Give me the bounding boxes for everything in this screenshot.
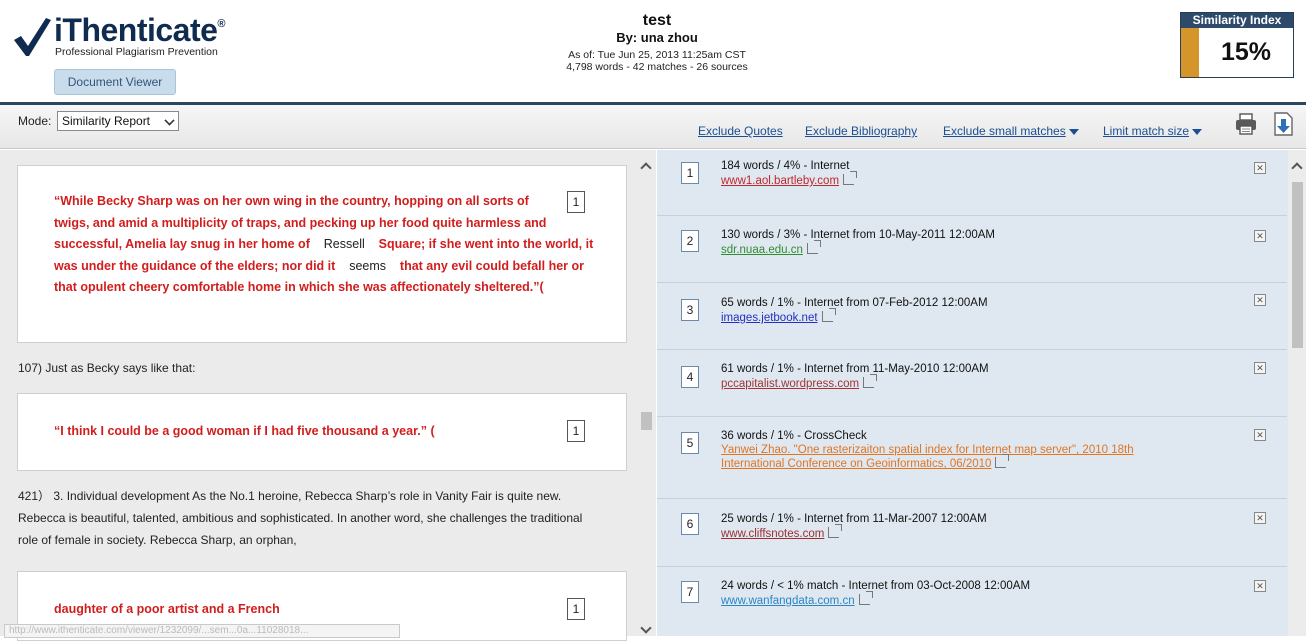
- report-header: iThenticate® Professional Plagiarism Pre…: [0, 0, 1306, 105]
- document-author: By: una zhou: [616, 30, 698, 45]
- source-number: 6: [681, 513, 699, 535]
- match-number-badge[interactable]: 1: [567, 191, 585, 213]
- mode-select[interactable]: Similarity Report: [57, 111, 179, 131]
- source-item[interactable]: 3 65 words / 1% - Internet from 07-Feb-2…: [657, 283, 1287, 350]
- match-number-badge[interactable]: 1: [567, 598, 585, 620]
- source-info: 25 words / 1% - Internet from 11-Mar-200…: [721, 513, 987, 525]
- document-title: test: [642, 12, 672, 29]
- dropdown-triangle-icon: [1192, 128, 1203, 135]
- mode-select-value: Similarity Report: [62, 114, 151, 128]
- exclude-source-close-icon[interactable]: ✕: [1254, 512, 1266, 524]
- source-url-link[interactable]: pccapitalist.wordpress.com: [721, 374, 878, 391]
- source-number: 5: [681, 432, 699, 454]
- source-info: 36 words / 1% - CrossCheck: [721, 430, 867, 442]
- download-icon[interactable]: [1272, 111, 1296, 137]
- source-item[interactable]: 4 61 words / 1% - Internet from 11-May-2…: [657, 350, 1287, 417]
- source-number: 2: [681, 230, 699, 252]
- source-url-link[interactable]: images.jetbook.net: [721, 308, 836, 325]
- document-counts: 4,798 words - 42 matches - 26 sources: [566, 61, 748, 73]
- exclude-small-matches-label: Exclude small matches: [943, 124, 1066, 138]
- source-item[interactable]: 5 36 words / 1% - CrossCheck Yanwei Zhao…: [657, 417, 1287, 499]
- scroll-up-arrow-icon[interactable]: [1291, 162, 1303, 174]
- source-item[interactable]: 2 130 words / 3% - Internet from 10-May-…: [657, 216, 1287, 283]
- matched-text-block: “While Becky Sharp was on her own wing i…: [54, 191, 593, 299]
- similarity-index-value: 15%: [1220, 38, 1272, 66]
- exclude-source-close-icon[interactable]: ✕: [1254, 294, 1266, 306]
- source-number: 1: [681, 162, 699, 184]
- paragraph-line: Rebecca is beautiful, talented, ambitiou…: [18, 511, 583, 525]
- similarity-index-box: Similarity Index 15%: [1180, 12, 1294, 78]
- matched-line: successful, Amelia lay snug in her home …: [54, 237, 594, 251]
- external-link-icon[interactable]: [828, 524, 843, 538]
- source-info: 65 words / 1% - Internet from 07-Feb-201…: [721, 297, 988, 309]
- source-url-link[interactable]: www.cliffsnotes.com: [721, 524, 843, 541]
- exclude-source-close-icon[interactable]: ✕: [1254, 429, 1266, 441]
- limit-match-size-label: Limit match size: [1103, 124, 1190, 138]
- document-viewer-button[interactable]: Document Viewer: [54, 69, 176, 95]
- checkmark-logo-icon: [14, 18, 51, 56]
- scrollbar-thumb[interactable]: [641, 412, 652, 430]
- source-number: 4: [681, 366, 699, 388]
- matched-text-block: daughter of a poor artist and a French: [54, 602, 280, 616]
- external-link-icon[interactable]: [995, 454, 1010, 468]
- matched-line: “While Becky Sharp was on her own wing i…: [54, 194, 529, 208]
- source-number: 7: [681, 581, 699, 603]
- similarity-index-label: Similarity Index: [1181, 13, 1293, 28]
- matched-line: was under the guidance of the elders; no…: [54, 258, 584, 273]
- external-link-icon[interactable]: [863, 374, 878, 388]
- external-link-icon[interactable]: [806, 240, 821, 254]
- chevron-down-icon: [164, 115, 175, 126]
- external-link-icon[interactable]: [821, 308, 836, 322]
- matched-line: twigs, and amid a multiplicity of traps,…: [54, 215, 547, 230]
- document-timestamp: As of: Tue Jun 25, 2013 11:25am CST: [568, 49, 746, 61]
- source-item[interactable]: 1 184 words / 4% - Internet www1.aol.bar…: [657, 150, 1287, 216]
- source-number: 3: [681, 299, 699, 321]
- source-info: 184 words / 4% - Internet: [721, 160, 850, 172]
- matched-text-block: “I think I could be a good woman if I ha…: [54, 424, 435, 438]
- match-number-badge[interactable]: 1: [567, 420, 585, 442]
- document-paragraph: 107) Just as Becky says like that:: [18, 361, 196, 375]
- print-icon[interactable]: [1234, 112, 1258, 136]
- source-url-link[interactable]: www1.aol.bartleby.com: [721, 171, 858, 188]
- document-scrollbar[interactable]: [636, 150, 656, 636]
- exclude-source-close-icon[interactable]: ✕: [1254, 362, 1266, 374]
- exclude-bibliography-link[interactable]: Exclude Bibliography: [805, 124, 917, 138]
- exclude-source-close-icon[interactable]: ✕: [1254, 580, 1266, 592]
- source-info: 130 words / 3% - Internet from 10-May-20…: [721, 229, 996, 241]
- exclude-source-close-icon[interactable]: ✕: [1254, 162, 1266, 174]
- dropdown-triangle-icon: [1068, 128, 1079, 135]
- source-url-link[interactable]: sdr.nuaa.edu.cn: [721, 240, 821, 257]
- ithenticate-logo: iThenticate® Professional Plagiarism Pre…: [12, 12, 242, 62]
- external-link-icon[interactable]: [843, 171, 858, 185]
- paragraph-line: 421） 3. Individual development As the No…: [18, 489, 562, 503]
- exclude-quotes-link[interactable]: Exclude Quotes: [698, 124, 783, 138]
- brand-tagline: Professional Plagiarism Prevention: [55, 46, 218, 58]
- source-item[interactable]: 7 24 words / < 1% match - Internet from …: [657, 567, 1287, 636]
- scroll-up-arrow-icon[interactable]: [640, 162, 652, 174]
- exclude-small-matches-link[interactable]: Exclude small matches: [943, 124, 1079, 138]
- source-info: 61 words / 1% - Internet from 11-May-201…: [721, 363, 989, 375]
- document-meta: test By: una zhou As of: Tue Jun 25, 201…: [450, 12, 864, 73]
- exclude-source-close-icon[interactable]: ✕: [1254, 230, 1266, 242]
- brand-name: iThenticate®: [54, 12, 226, 48]
- source-item[interactable]: 6 25 words / 1% - Internet from 11-Mar-2…: [657, 499, 1287, 567]
- document-paragraph: 421） 3. Individual development As the No…: [18, 485, 582, 551]
- source-url-link[interactable]: www.wanfangdata.com.cn: [721, 591, 873, 608]
- scrollbar-thumb[interactable]: [1292, 182, 1303, 348]
- similarity-color-bar: [1181, 28, 1199, 77]
- scroll-down-arrow-icon[interactable]: [640, 622, 652, 634]
- paragraph-line: role of female in society. Rebecca Sharp…: [18, 533, 297, 547]
- sources-scrollbar[interactable]: [1288, 150, 1306, 636]
- source-info: 24 words / < 1% match - Internet from 03…: [721, 580, 1031, 592]
- limit-match-size-link[interactable]: Limit match size: [1103, 124, 1203, 138]
- mode-label: Mode:: [18, 114, 52, 128]
- matched-line: that opulent cheery comfortable home in …: [54, 280, 544, 294]
- source-url-link[interactable]: Yanwei Zhao. "One rasterizaiton spatial …: [721, 444, 1134, 471]
- external-link-icon[interactable]: [858, 591, 873, 605]
- report-toolbar: Mode: Similarity Report Exclude Quotes E…: [0, 105, 1306, 149]
